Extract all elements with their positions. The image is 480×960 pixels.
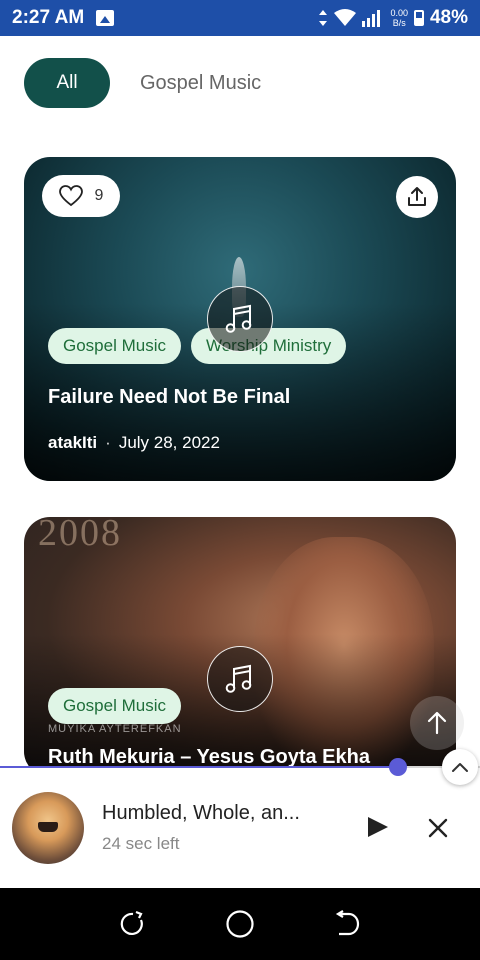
share-icon [408, 187, 426, 206]
now-playing-artwork [12, 792, 84, 864]
post-date: July 28, 2022 [118, 433, 220, 452]
heart-icon [58, 185, 83, 207]
like-count: 9 [94, 187, 104, 204]
tag-list: Gospel Music Worship Ministry [48, 328, 347, 364]
post-meta: atakIti · July 28, 2022 [48, 433, 220, 453]
net-speed-value: 0.00 [390, 8, 408, 18]
recents-button[interactable] [113, 904, 153, 944]
post-title[interactable]: Failure Need Not Be Final [48, 386, 290, 409]
share-button[interactable] [396, 176, 438, 218]
like-button[interactable]: 9 [42, 175, 120, 217]
tag-list: Gospel Music [48, 688, 181, 724]
scroll-to-top-button[interactable] [410, 696, 464, 750]
recents-icon [121, 910, 144, 935]
mini-player[interactable]: Humbled, Whole, an... 24 sec left [0, 768, 480, 888]
back-button[interactable] [327, 904, 367, 944]
playback-progress-fill [0, 766, 399, 768]
music-type-badge [207, 646, 273, 712]
now-playing-time-left: 24 sec left [102, 834, 180, 853]
chevron-up-icon [452, 763, 468, 772]
post-author[interactable]: atakIti [48, 433, 97, 453]
tag-gospel-music[interactable]: Gospel Music [48, 328, 181, 364]
play-icon [368, 817, 388, 837]
tag-gospel-music[interactable]: Gospel Music [48, 688, 181, 724]
gallery-notification-icon [96, 10, 115, 26]
post-card[interactable]: 2008 MUYIKA AYTEREFKAN Gospel Music Ruth… [24, 517, 456, 777]
cover-year-text: 2008 [38, 517, 122, 554]
status-time: 2:27 AM [12, 7, 85, 28]
status-bar: 2:27 AM 0.00 B/s 48% [0, 0, 480, 36]
data-arrows-icon [319, 10, 328, 26]
category-filters: All Gospel Music [24, 58, 261, 108]
back-icon [335, 910, 359, 936]
battery-level: 48% [429, 7, 468, 28]
post-card[interactable]: 9 Gospel Music Worship Ministry Failure … [24, 157, 456, 481]
status-icons: 0.00 B/s 48% [318, 7, 468, 29]
system-navigation-bar [0, 888, 480, 960]
battery-icon [413, 10, 424, 26]
close-player-button[interactable] [424, 814, 452, 842]
net-speed: 0.00 B/s [390, 8, 408, 28]
home-button[interactable] [220, 904, 260, 944]
playback-progress-bar[interactable] [0, 758, 480, 776]
close-icon [428, 818, 448, 838]
cover-image [254, 537, 434, 777]
cell-signal-icon [362, 10, 381, 27]
music-note-icon [225, 664, 252, 693]
music-type-badge [207, 286, 273, 352]
wifi-icon [334, 9, 357, 26]
home-icon [226, 910, 254, 938]
filter-chip-all[interactable]: All [24, 58, 110, 108]
meta-separator: · [105, 433, 111, 452]
net-speed-unit: B/s [392, 18, 406, 28]
now-playing-title: Humbled, Whole, an... [102, 802, 300, 824]
cover-subtitle-text: MUYIKA AYTEREFKAN [48, 723, 182, 735]
play-button[interactable] [364, 812, 392, 842]
expand-player-button[interactable] [442, 749, 478, 785]
music-note-icon [225, 304, 252, 333]
arrow-up-icon [427, 711, 447, 735]
filter-chip-gospel-music[interactable]: Gospel Music [140, 72, 261, 95]
